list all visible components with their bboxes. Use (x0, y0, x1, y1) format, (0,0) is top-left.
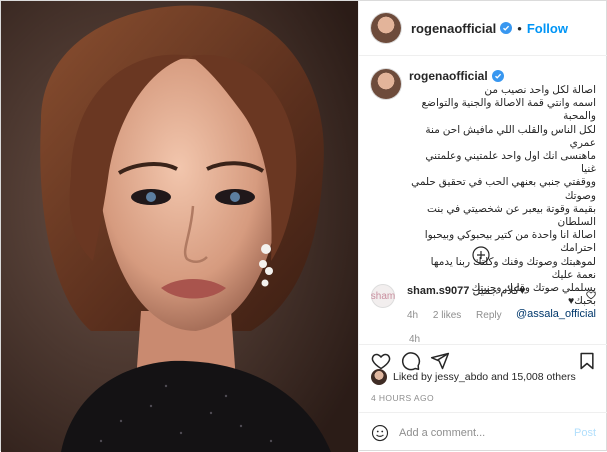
share-icon[interactable] (430, 351, 450, 371)
comment-likes[interactable]: 2 likes (433, 310, 461, 321)
likes-row: Liked by jessy_abdo and 15,008 others (371, 369, 576, 385)
header-separator: • (517, 20, 522, 36)
header-username[interactable]: rogenaofficial (411, 21, 496, 36)
comments-area[interactable]: rogenaofficial اصالة لكل واحد نصيب من اس… (359, 57, 607, 343)
emoji-icon[interactable] (371, 424, 389, 442)
liker-avatar[interactable] (371, 369, 387, 385)
comment-row: sham sham.s9077 كلام جميل♥ 4h 2 likes Re… (371, 284, 596, 321)
caption-user-row: rogenaofficial (409, 69, 596, 83)
likes-text[interactable]: Liked by jessy_abdo and 15,008 others (393, 371, 576, 383)
caption-avatar[interactable] (371, 69, 401, 99)
add-comment-bar: Add a comment... Post (359, 412, 607, 452)
follow-button[interactable]: Follow (527, 21, 568, 36)
caption-username[interactable]: rogenaofficial (409, 69, 488, 83)
profile-avatar[interactable] (371, 13, 401, 43)
caption-text: اصالة لكل واحد نصيب من اسمه وانتي قمة ال… (411, 84, 596, 308)
load-more-icon[interactable] (472, 246, 490, 264)
comment-avatar[interactable]: sham (371, 284, 395, 308)
portrait-illustration (1, 1, 358, 452)
verified-icon (491, 70, 504, 82)
post-header: rogenaofficial • Follow (359, 1, 607, 56)
post-panel: rogenaofficial • Follow rogenaofficial ا… (358, 1, 607, 452)
comment-age: 4h (407, 310, 419, 321)
bookmark-icon[interactable] (577, 351, 597, 371)
heart-icon[interactable] (371, 351, 391, 371)
post-button[interactable]: Post (574, 427, 596, 439)
comment-meta: 4h 2 likes Reply (407, 310, 525, 321)
post-timestamp: 4 HOURS AGO (371, 393, 434, 403)
comment-line: sham.s9077 كلام جميل♥ (407, 284, 525, 297)
comment-heart-icon[interactable] (586, 290, 596, 300)
reply-button[interactable]: Reply (476, 310, 502, 321)
verified-icon (500, 22, 513, 34)
comment-text: كلام جميل♥ (472, 285, 526, 297)
post-photo[interactable] (1, 1, 358, 452)
instagram-post: rogenaofficial • Follow rogenaofficial ا… (0, 0, 607, 452)
comment-body: sham.s9077 كلام جميل♥ 4h 2 likes Reply (407, 284, 525, 321)
comment-input[interactable]: Add a comment... (399, 427, 574, 439)
caption-age: 4h (409, 334, 421, 343)
comment-icon[interactable] (401, 351, 421, 371)
comment-username[interactable]: sham.s9077 (407, 285, 469, 297)
